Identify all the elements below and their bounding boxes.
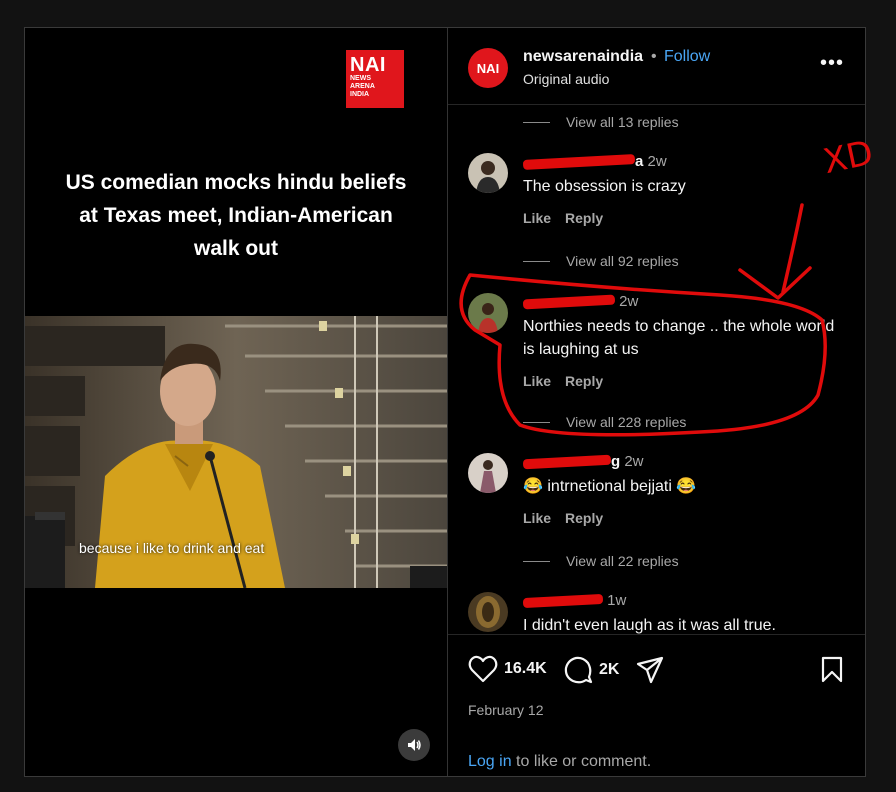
- view-replies-button[interactable]: View all 22 replies: [523, 553, 679, 569]
- post-modal: NAI NEWS ARENA INDIA US comedian mocks h…: [24, 27, 866, 777]
- video-caption: because i like to drink and eat: [79, 540, 265, 556]
- redaction-mark: [522, 294, 616, 310]
- comment-time: 1w: [607, 592, 627, 609]
- username-link[interactable]: newsarenaindia: [523, 48, 643, 66]
- view-replies-label: View all 92 replies: [566, 253, 679, 269]
- post-header: NAI newsarenaindia • Follow Original aud…: [448, 28, 865, 105]
- username-visible: a: [635, 153, 644, 170]
- avatar[interactable]: [468, 153, 508, 193]
- redaction-mark: [522, 454, 612, 470]
- nai-logo: NAI NEWS ARENA INDIA: [346, 50, 404, 108]
- comment-action[interactable]: 2K: [563, 655, 619, 685]
- separator-dot: •: [651, 48, 657, 65]
- login-text: to like or comment.: [511, 753, 652, 770]
- comment-actions: Like Reply: [523, 210, 617, 226]
- like-action[interactable]: 16.4K: [468, 655, 547, 683]
- comment-actions: Like Reply: [523, 510, 617, 526]
- comment-username[interactable]: a 2w: [522, 153, 667, 170]
- speaker-icon: [408, 739, 421, 751]
- logo-line-2: ARENA: [350, 83, 375, 90]
- avatar-text: NAI: [476, 60, 500, 76]
- view-replies-label: View all 228 replies: [566, 414, 687, 430]
- comment-text: 😂 intrnetional bejjati 😂: [523, 478, 697, 495]
- username-visible: g: [611, 453, 621, 470]
- avatar[interactable]: [468, 592, 508, 632]
- redaction-mark: [522, 593, 604, 609]
- comment-time: 2w: [619, 293, 639, 310]
- comment-text: I didn't even laugh as it was all true.: [523, 617, 776, 634]
- comment-count: 2K: [599, 661, 620, 678]
- comment-username[interactable]: g 2w: [522, 453, 644, 470]
- share-button[interactable]: [636, 656, 664, 684]
- comment-username[interactable]: 2w: [522, 293, 639, 310]
- follow-button[interactable]: Follow: [664, 48, 710, 66]
- reply-button[interactable]: Reply: [565, 510, 603, 526]
- comment-actions: Like Reply: [523, 373, 617, 389]
- video-headline: US comedian mocks hindu beliefs at Texas…: [65, 171, 407, 260]
- avatar[interactable]: NAI: [468, 48, 508, 88]
- like-count: 16.4K: [504, 660, 547, 677]
- bookmark-icon: [821, 656, 843, 683]
- share-icon: [636, 656, 664, 684]
- mute-button[interactable]: [398, 729, 430, 761]
- comment-icon: [564, 656, 593, 684]
- comment-text: The obsession is crazy: [523, 178, 686, 195]
- like-button[interactable]: Like: [523, 210, 551, 226]
- avatar[interactable]: [468, 453, 508, 493]
- view-replies-button[interactable]: View all 92 replies: [523, 253, 679, 269]
- view-replies-button[interactable]: View all 228 replies: [523, 414, 686, 430]
- view-replies-button[interactable]: View all 13 replies: [523, 114, 679, 130]
- video-panel[interactable]: NAI NEWS ARENA INDIA US comedian mocks h…: [25, 28, 447, 776]
- logo-text: NAI: [350, 54, 386, 76]
- post-actions: 16.4K 2K February 12 Log in to like or c…: [448, 634, 865, 777]
- view-replies-label: View all 22 replies: [566, 553, 679, 569]
- redaction-mark: [522, 154, 636, 170]
- comment-time: 2w: [647, 153, 667, 170]
- login-link[interactable]: Log in: [468, 753, 512, 770]
- more-options-icon[interactable]: •••: [820, 52, 844, 75]
- post-date: February 12: [468, 702, 544, 718]
- comment-username[interactable]: 1w: [522, 592, 627, 609]
- view-replies-label: View all 13 replies: [566, 114, 679, 130]
- comments-panel: NAI newsarenaindia • Follow Original aud…: [448, 28, 865, 776]
- audio-link[interactable]: Original audio: [523, 71, 609, 87]
- reply-button[interactable]: Reply: [565, 373, 603, 389]
- heart-icon: [468, 655, 498, 683]
- comment-text: Northies needs to change .. the whole wo…: [523, 318, 835, 358]
- login-prompt: Log in to like or comment.: [468, 753, 651, 771]
- comments-list[interactable]: View all 13 replies a 2w The obsession i…: [448, 105, 865, 635]
- comment-time: 2w: [624, 453, 644, 470]
- logo-line-1: NEWS: [350, 75, 371, 82]
- like-button[interactable]: Like: [523, 373, 551, 389]
- like-button[interactable]: Like: [523, 510, 551, 526]
- avatar[interactable]: [468, 293, 508, 333]
- logo-line-3: INDIA: [350, 91, 370, 98]
- reply-button[interactable]: Reply: [565, 210, 603, 226]
- save-button[interactable]: [820, 655, 844, 683]
